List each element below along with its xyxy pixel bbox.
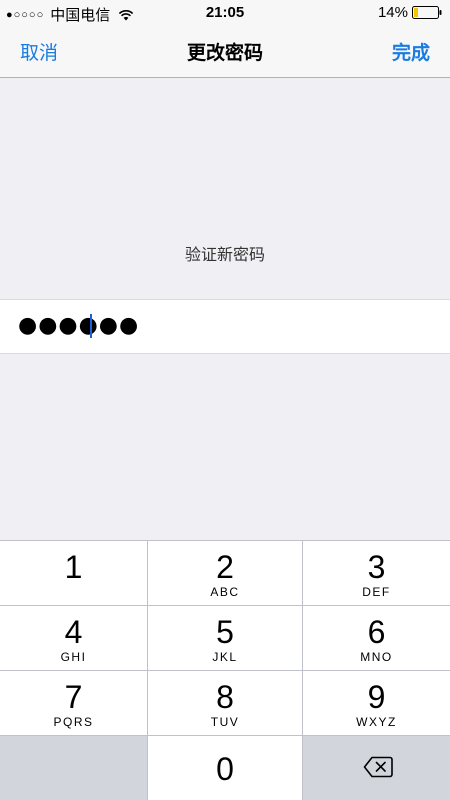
key-digit: 6 (367, 614, 386, 650)
delete-key[interactable] (303, 736, 450, 800)
battery-icon (412, 6, 442, 19)
done-button[interactable]: 完成 (392, 38, 430, 65)
page-title: 更改密码 (186, 43, 263, 64)
key-4[interactable]: 4 GHI (0, 606, 147, 670)
key-digit: 2 (216, 549, 234, 585)
key-digit: 1 (64, 549, 83, 585)
key-7[interactable]: 7 PQRS (0, 671, 147, 735)
numeric-keypad: 1 2 ABC 3 DEF 4 GHI 5 JKL 6 MNO 7 PQRS 8… (0, 540, 450, 800)
key-letters: TUV (210, 715, 240, 729)
delete-icon (363, 756, 393, 778)
key-1[interactable]: 1 (0, 541, 147, 605)
key-digit: 7 (64, 679, 83, 715)
key-letters: PQRS (53, 715, 94, 729)
verify-prompt: 验证新密码 (184, 247, 265, 264)
key-9[interactable]: 9 WXYZ (303, 671, 450, 735)
key-letters: GHI (60, 650, 87, 664)
key-digit: 9 (367, 679, 386, 715)
key-0[interactable]: 0 (148, 736, 302, 800)
key-letters: ABC (210, 585, 240, 599)
status-bar: ●○○○○ 中国电信 21:05 14% (0, 0, 450, 26)
key-2[interactable]: 2 ABC (148, 541, 302, 605)
status-right: 14% (378, 4, 442, 21)
key-letters: JKL (212, 650, 238, 664)
key-letters: MNO (360, 650, 393, 664)
key-digit: 8 (216, 679, 234, 715)
key-5[interactable]: 5 JKL (148, 606, 302, 670)
key-8[interactable]: 8 TUV (148, 671, 302, 735)
text-caret (90, 314, 92, 338)
key-6[interactable]: 6 MNO (303, 606, 450, 670)
battery-percentage: 14% (377, 4, 408, 21)
key-3[interactable]: 3 DEF (303, 541, 450, 605)
key-digit: 0 (216, 751, 234, 787)
password-masked-value: ●●●●●● (18, 313, 140, 338)
key-digit: 5 (216, 614, 234, 650)
key-letters: DEF (362, 585, 391, 599)
key-digit: 4 (64, 614, 83, 650)
navigation-bar: 取消 更改密码 完成 (0, 26, 450, 78)
password-field[interactable]: ●●●●●● (0, 299, 450, 354)
key-blank (0, 736, 147, 800)
key-letters: WXYZ (356, 715, 397, 729)
key-digit: 3 (367, 549, 386, 585)
